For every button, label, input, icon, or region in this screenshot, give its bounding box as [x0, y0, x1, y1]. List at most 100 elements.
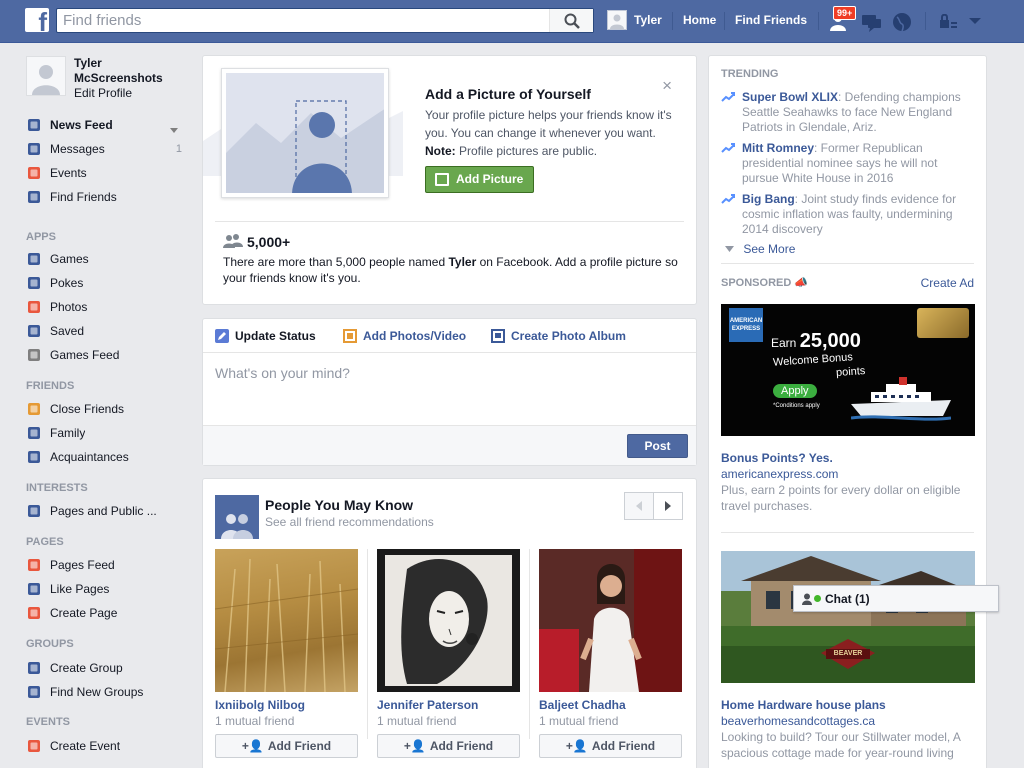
events-icon	[26, 165, 42, 181]
sidebar-item-label: Find Friends	[50, 190, 117, 204]
sidebar-item-news-feed[interactable]: News Feed	[26, 115, 186, 135]
see-more-link[interactable]: See More	[725, 242, 795, 256]
ad-body-text: Looking to build? Tour our Stillwater mo…	[721, 730, 961, 760]
sidebar-item-find-groups[interactable]: Find New Groups	[26, 682, 186, 702]
ad-body-text: Plus, earn 2 points for every dollar on …	[721, 483, 961, 513]
sidebar-item-acquaintances[interactable]: Acquaintances	[26, 447, 186, 467]
sidebar-item-games[interactable]: Games	[26, 249, 186, 269]
photo-icon	[435, 173, 449, 186]
privacy-lock-icon[interactable]	[938, 13, 960, 36]
ad-url-link[interactable]: beaverhomesandcottages.ca	[721, 714, 875, 728]
ad-url-link[interactable]: americanexpress.com	[721, 467, 838, 481]
sidebar-item-family[interactable]: Family	[26, 423, 186, 443]
sidebar-item-label: Like Pages	[50, 582, 110, 596]
trending-item[interactable]: Mitt Romney: Former Republican president…	[721, 141, 976, 186]
search-box	[56, 8, 594, 33]
tab-create-album[interactable]: Create Photo Album	[491, 329, 626, 343]
online-dot	[814, 595, 821, 602]
trending-item[interactable]: Big Bang: Joint study finds evidence for…	[721, 192, 976, 237]
chevron-down-icon[interactable]	[170, 122, 178, 136]
person-name-link[interactable]: Jennifer Paterson	[377, 698, 520, 712]
sidebar-item-label: Events	[50, 166, 87, 180]
right-column: TRENDING Super Bowl XLIX: Defending cham…	[708, 55, 987, 768]
profile-photo-placeholder[interactable]	[221, 68, 389, 198]
ad-image-house[interactable]: BEAVER	[721, 551, 975, 683]
people-count-description: There are more than 5,000 people named T…	[223, 255, 678, 285]
ad-conditions-text: *Conditions apply	[773, 403, 820, 409]
divider	[721, 532, 974, 533]
ad-title-link[interactable]: Home Hardware house plans	[721, 698, 886, 712]
profile-name-link[interactable]: Tyler McScreenshots	[74, 56, 174, 86]
sidebar-item-pokes[interactable]: Pokes	[26, 273, 186, 293]
sidebar-item-create-group[interactable]: Create Group	[26, 658, 186, 678]
facebook-logo[interactable]: f	[25, 8, 49, 35]
sidebar-item-close-friends[interactable]: Close Friends	[26, 399, 186, 419]
globe-icon[interactable]	[892, 11, 914, 33]
sidebar-item-messages[interactable]: Messages 1	[26, 139, 186, 159]
sidebar-item-create-page[interactable]: Create Page	[26, 603, 186, 623]
album-icon	[491, 329, 505, 343]
search-input[interactable]	[57, 9, 547, 32]
find-friends-icon	[26, 189, 42, 205]
nav-find-friends-link[interactable]: Find Friends	[735, 13, 807, 27]
search-button[interactable]	[549, 9, 593, 32]
person-photo-wheat[interactable]	[215, 549, 358, 692]
mutual-friends: 1 mutual friend	[215, 714, 295, 728]
sidebar-item-saved[interactable]: Saved	[26, 321, 186, 341]
ad-apply-button[interactable]: Apply	[773, 384, 817, 398]
games-feed-icon	[26, 347, 42, 363]
add-picture-button[interactable]: Add Picture	[425, 166, 535, 193]
edit-profile-link[interactable]: Edit Profile	[74, 86, 132, 100]
sidebar-item-find-friends[interactable]: Find Friends	[26, 187, 186, 207]
add-friend-button[interactable]: +👤 Add Friend	[377, 734, 520, 758]
person-name-link[interactable]: Baljeet Chadha	[539, 698, 682, 712]
sidebar-item-label: Create Event	[50, 739, 121, 753]
sidebar-item-label: Saved	[50, 324, 85, 338]
sponsored-title: SPONSORED 📣	[721, 277, 809, 289]
ad-image-amex[interactable]: AMERICAN EXPRESS Earn 25,000 Welcome Bon…	[721, 304, 975, 436]
chevron-down-icon	[725, 246, 734, 252]
chat-tab[interactable]: Chat (1)	[793, 585, 999, 612]
sidebar-item-pages-public[interactable]: Pages and Public ...	[26, 501, 186, 521]
create-page-icon	[26, 605, 42, 621]
see-all-recommendations-link[interactable]: See all friend recommendations	[265, 515, 434, 529]
account-dropdown-icon[interactable]	[968, 15, 990, 37]
sidebar-item-create-event[interactable]: Create Event	[26, 736, 186, 756]
sidebar-item-like-pages[interactable]: Like Pages	[26, 579, 186, 599]
chevron-left-icon	[636, 501, 642, 511]
people-you-may-know: People You May Know See all friend recom…	[202, 478, 697, 768]
close-icon[interactable]: ×	[662, 76, 672, 96]
groups-title: GROUPS	[26, 638, 74, 650]
nav-avatar[interactable]	[607, 10, 627, 30]
profile-avatar[interactable]	[26, 56, 66, 96]
add-friend-icon: +👤	[565, 739, 588, 753]
sidebar-item-games-feed[interactable]: Games Feed	[26, 345, 186, 365]
status-input[interactable]: What's on your mind?	[215, 365, 350, 381]
person-photo-dress[interactable]	[539, 549, 682, 692]
messages-icon[interactable]	[861, 11, 883, 33]
sidebar-item-label: Photos	[50, 300, 88, 314]
next-button[interactable]	[653, 492, 683, 520]
post-button[interactable]: Post	[627, 434, 688, 458]
add-friend-button[interactable]: +👤 Add Friend	[215, 734, 358, 758]
news-feed-icon	[26, 117, 42, 133]
people-count: 5,000+	[247, 234, 291, 250]
nav-home-link[interactable]: Home	[683, 13, 716, 27]
tab-add-photos[interactable]: Add Photos/Video	[343, 329, 466, 343]
nav-profile-link[interactable]: Tyler	[634, 13, 662, 27]
ad-title-link[interactable]: Bonus Points? Yes.	[721, 451, 833, 465]
sidebar-item-pages-feed[interactable]: Pages Feed	[26, 555, 186, 575]
tab-update-status[interactable]: Update Status	[215, 329, 316, 343]
create-event-icon	[26, 738, 42, 754]
trending-item[interactable]: Super Bowl XLIX: Defending champions Sea…	[721, 90, 976, 135]
person-name-link[interactable]: Ixniibolg Nilbog	[215, 698, 358, 712]
notification-badge: 99+	[833, 6, 857, 20]
add-friend-button[interactable]: +👤 Add Friend	[539, 734, 682, 758]
status-composer: Update Status Add Photos/Video Create Ph…	[202, 318, 697, 466]
add-photo-card: Add a Picture of Yourself Your profile p…	[202, 55, 697, 305]
person-photo-sketch[interactable]	[377, 549, 520, 692]
previous-button[interactable]	[624, 492, 654, 520]
sidebar-item-events[interactable]: Events	[26, 163, 186, 183]
create-ad-link[interactable]: Create Ad	[921, 276, 974, 290]
sidebar-item-photos[interactable]: Photos	[26, 297, 186, 317]
